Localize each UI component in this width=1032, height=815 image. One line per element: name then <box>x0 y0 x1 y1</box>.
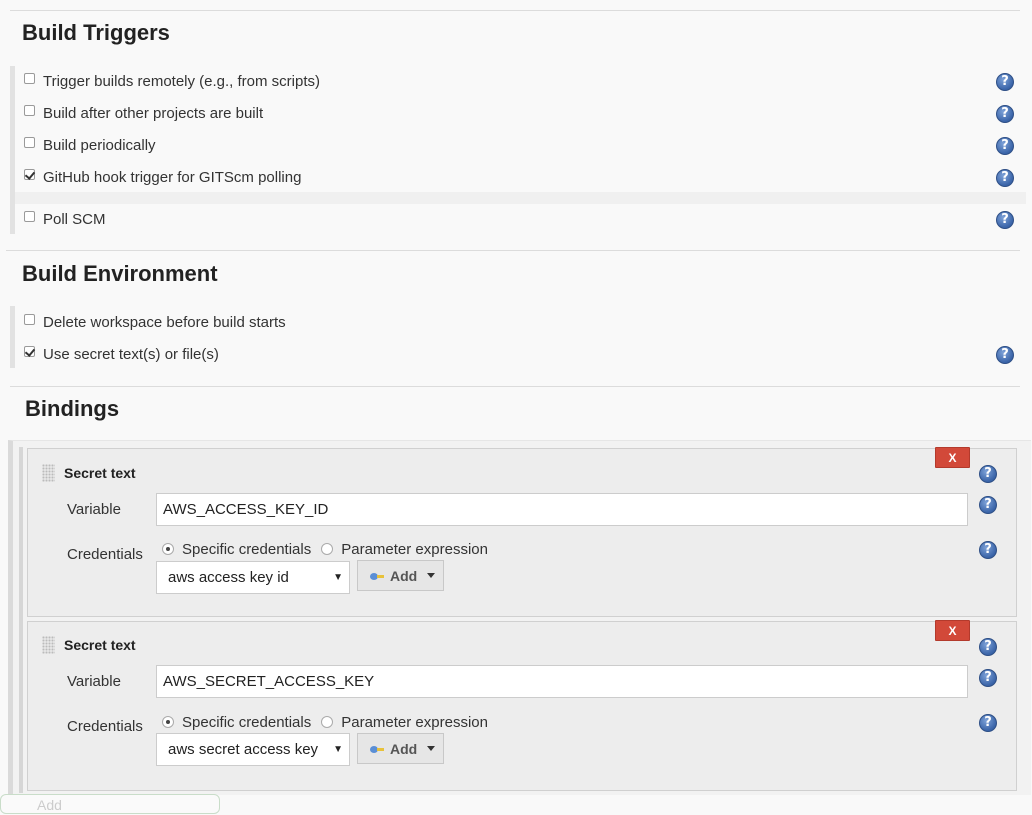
dropdown-caret-icon <box>427 573 436 578</box>
binding-type-title: Secret text <box>64 465 136 481</box>
add-binding-label: Add <box>37 797 62 813</box>
option-poll-scm[interactable]: Poll SCM <box>24 208 106 230</box>
help-icon[interactable]: ? <box>996 211 1014 229</box>
option-use-secret-text[interactable]: Use secret text(s) or file(s) <box>24 343 219 365</box>
variable-input[interactable]: AWS_ACCESS_KEY_ID <box>156 493 968 526</box>
credentials-select[interactable]: aws secret access key ▼ <box>156 733 350 766</box>
radio-unselected[interactable] <box>321 715 334 728</box>
binding-type-title: Secret text <box>64 637 136 653</box>
key-icon <box>370 743 386 755</box>
github-hook-nested-area <box>15 192 1026 204</box>
radio-unselected[interactable] <box>321 542 334 555</box>
key-icon <box>370 570 386 582</box>
radio-specific-credentials[interactable]: Specific credentials <box>162 541 311 558</box>
add-binding-button[interactable]: Add <box>0 794 220 814</box>
section-title-build-environment: Build Environment <box>22 261 218 286</box>
select-arrow-icon: ▼ <box>333 572 343 583</box>
credentials-select[interactable]: aws access key id ▼ <box>156 561 350 594</box>
add-credential-button[interactable]: Add <box>357 560 444 591</box>
option-label: Build after other projects are built <box>43 104 264 122</box>
help-icon[interactable]: ? <box>979 496 997 514</box>
help-icon[interactable]: ? <box>979 638 997 656</box>
radio-specific-credentials[interactable]: Specific credentials <box>162 714 311 731</box>
radio-parameter-expression[interactable]: Parameter expression <box>321 541 488 558</box>
help-icon[interactable]: ? <box>979 541 997 559</box>
add-credential-button[interactable]: Add <box>357 733 444 764</box>
variable-label: Variable <box>67 501 121 518</box>
credentials-select-value: aws access key id <box>168 569 289 586</box>
variable-input[interactable]: AWS_SECRET_ACCESS_KEY <box>156 665 968 698</box>
option-build-after-other[interactable]: Build after other projects are built <box>24 102 263 124</box>
build-triggers-bar <box>10 66 15 234</box>
divider-bindings <box>10 386 1020 387</box>
radio-label: Parameter expression <box>341 541 488 558</box>
option-delete-workspace[interactable]: Delete workspace before build starts <box>24 311 286 333</box>
radio-selected[interactable] <box>162 542 174 555</box>
help-icon[interactable]: ? <box>979 714 997 732</box>
option-label: Build periodically <box>43 136 156 154</box>
option-label: Poll SCM <box>43 210 106 228</box>
option-label: Trigger builds remotely (e.g., from scri… <box>43 72 321 90</box>
add-credential-label: Add <box>390 567 418 584</box>
checkbox-build-after-other[interactable] <box>24 104 35 116</box>
checkbox-trigger-remotely[interactable] <box>24 72 35 84</box>
help-icon[interactable]: ? <box>996 73 1014 91</box>
option-build-periodically[interactable]: Build periodically <box>24 134 156 156</box>
delete-binding-button[interactable]: X <box>935 620 970 641</box>
help-icon[interactable]: ? <box>996 137 1014 155</box>
radio-label: Specific credentials <box>182 541 312 558</box>
option-label: GitHub hook trigger for GITScm polling <box>43 168 302 186</box>
credentials-select-value: aws secret access key <box>168 741 319 758</box>
option-label: Delete workspace before build starts <box>43 313 286 331</box>
drag-handle-icon[interactable] <box>42 464 55 482</box>
checkbox-delete-workspace[interactable] <box>24 313 35 325</box>
radio-parameter-expression[interactable]: Parameter expression <box>321 714 488 731</box>
checkbox-use-secret-text[interactable] <box>24 345 35 357</box>
radio-label: Specific credentials <box>182 714 312 731</box>
divider-top <box>10 10 1020 11</box>
option-label: Use secret text(s) or file(s) <box>43 345 219 363</box>
bindings-inner-bar <box>19 447 23 793</box>
section-title-build-triggers: Build Triggers <box>22 20 170 45</box>
help-icon[interactable]: ? <box>979 465 997 483</box>
select-arrow-icon: ▼ <box>333 744 343 755</box>
checkbox-build-periodically[interactable] <box>24 136 35 148</box>
drag-handle-icon[interactable] <box>42 636 55 654</box>
add-credential-label: Add <box>390 740 418 757</box>
checkbox-github-hook[interactable] <box>24 168 35 180</box>
credentials-label: Credentials <box>67 718 143 735</box>
build-environment-bar <box>10 306 15 368</box>
help-icon[interactable]: ? <box>996 169 1014 187</box>
dropdown-caret-icon <box>427 746 436 751</box>
divider-build-environment <box>6 250 1020 251</box>
option-trigger-remotely[interactable]: Trigger builds remotely (e.g., from scri… <box>24 70 320 92</box>
section-title-bindings: Bindings <box>25 396 120 421</box>
credentials-radio-group: Specific credentials Parameter expressio… <box>162 714 498 731</box>
help-icon[interactable]: ? <box>996 346 1014 364</box>
checkbox-poll-scm[interactable] <box>24 210 35 222</box>
credentials-label: Credentials <box>67 546 143 563</box>
option-github-hook[interactable]: GitHub hook trigger for GITScm polling <box>24 166 301 188</box>
delete-binding-button[interactable]: X <box>935 447 970 468</box>
help-icon[interactable]: ? <box>996 105 1014 123</box>
radio-selected[interactable] <box>162 715 174 728</box>
help-icon[interactable]: ? <box>979 669 997 687</box>
radio-label: Parameter expression <box>341 714 488 731</box>
variable-label: Variable <box>67 673 121 690</box>
credentials-radio-group: Specific credentials Parameter expressio… <box>162 541 498 558</box>
